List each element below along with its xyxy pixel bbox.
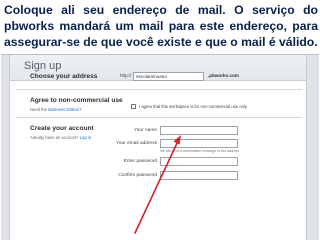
address-input[interactable]: escolaminuano	[133, 72, 204, 81]
divider	[16, 117, 302, 118]
password-label: Enter password	[123, 159, 157, 164]
confirm-password-label: Confirm password	[118, 173, 157, 178]
business-edition-link[interactable]: Business Edition?	[48, 107, 81, 112]
agree-section-title: Agree to non-commercial use	[30, 97, 123, 104]
password-input[interactable]	[160, 157, 238, 166]
agree-section-subtitle: Need the Business Edition?	[30, 107, 81, 112]
login-link[interactable]: Log in	[80, 135, 91, 140]
signup-panel: Sign up Choose your address Agree to non…	[9, 55, 307, 240]
caption-text: Coloque ali seu endereço de mail. O serv…	[4, 3, 318, 49]
url-suffix: .pbworks.com	[208, 73, 239, 78]
agree-checkbox[interactable]	[131, 104, 136, 109]
account-section-subtitle: Already have an account? Log in	[30, 135, 91, 140]
account-section-title: Create your account	[30, 125, 94, 132]
agree-sub-prefix: Need the	[30, 107, 47, 112]
name-label: Your name	[133, 128, 157, 133]
page-title: Sign up	[24, 60, 62, 72]
url-prefix: http://	[120, 73, 132, 78]
agree-checkbox-label: I agree that this workspace is for non-c…	[139, 104, 247, 109]
divider	[16, 89, 302, 90]
email-hint: We will send a confirmation message to t…	[160, 149, 239, 153]
address-section-title: Choose your address	[30, 73, 98, 80]
email-input[interactable]	[160, 139, 238, 148]
email-label: Your email address	[116, 141, 157, 146]
account-sub-prefix: Already have an account?	[30, 135, 79, 140]
name-input[interactable]	[160, 126, 238, 135]
confirm-password-input[interactable]	[160, 171, 238, 180]
